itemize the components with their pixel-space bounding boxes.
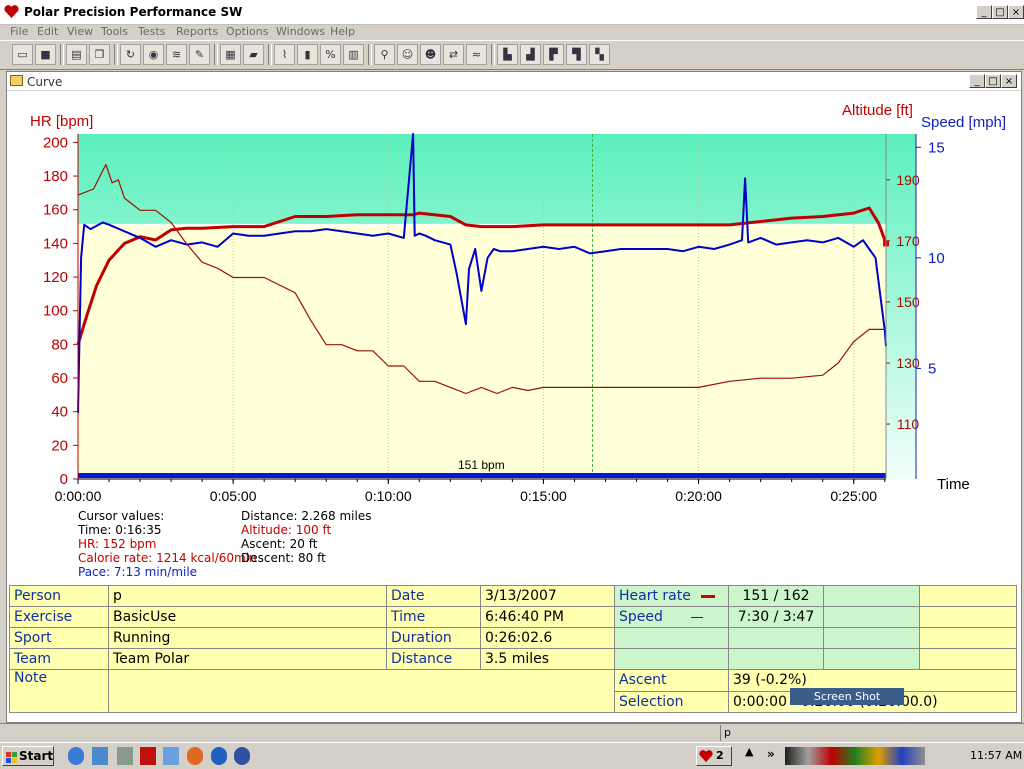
hr-legend-line [700, 594, 715, 598]
outlook-icon[interactable] [92, 747, 108, 765]
speed-label: Speed [614, 606, 729, 628]
hr-tick-label: 100 [43, 303, 68, 320]
hr-tick-label: 20 [51, 437, 68, 454]
hr-axis-label: HR [bpm] [30, 113, 93, 130]
hr-zone-area [78, 224, 886, 479]
clock: 11:57 AM [970, 749, 1023, 762]
person-value[interactable]: p [108, 585, 387, 607]
status-bar: p [0, 723, 1024, 742]
polar-icon[interactable] [140, 747, 156, 765]
taskbar: Start 2 ▲ » 11:57 AM [0, 742, 1024, 769]
sport-label: Sport [9, 627, 109, 649]
status-text: p [724, 726, 731, 739]
messenger-icon[interactable] [163, 747, 179, 765]
time-tick-label: 0:15:00 [520, 488, 567, 504]
table-row: Team Team Polar Distance 3.5 miles [9, 648, 1017, 670]
hr-tick-label: 80 [51, 336, 68, 353]
cursor-calorie: Calorie rate: 1214 kcal/60min [78, 551, 257, 565]
heart-rate-label: Heart rate [614, 585, 729, 607]
exercise-value[interactable]: BasicUse [108, 606, 387, 628]
time-axis-label: Time [937, 476, 970, 493]
speed-value: 7:30 / 3:47 [728, 606, 824, 628]
start-button[interactable]: Start [2, 746, 54, 766]
cursor-values-left: Cursor values: Time: 0:16:35 HR: 152 bpm… [78, 509, 257, 579]
hr-tick-label: 40 [51, 404, 68, 421]
table-row: Person p Date 3/13/2007 Heart rate 151 /… [9, 585, 1017, 607]
speed-tick-label: 5 [928, 360, 936, 377]
time-value: 6:46:40 PM [480, 606, 615, 628]
altitude-axis-label: Altitude [ft] [842, 102, 913, 119]
hr-tick-label: 180 [43, 168, 68, 185]
team-value[interactable]: Team Polar [108, 648, 387, 670]
heart-icon [699, 749, 713, 763]
hr-tick-label: 120 [43, 269, 68, 286]
cursor-heading: Cursor values: [78, 509, 165, 523]
distance-label: Distance [386, 648, 481, 670]
limit-line-label: 151 bpm [458, 458, 505, 472]
date-label: Date [386, 585, 481, 607]
time-label: Time [386, 606, 481, 628]
cursor-descent: Descent: 80 ft [241, 551, 326, 565]
hr-tick-label: 200 [43, 134, 68, 151]
note-label: Note [9, 669, 109, 713]
cursor-ascent: Ascent: 20 ft [241, 537, 318, 551]
cursor-values-right: Distance: 2.268 miles Altitude: 100 ft A… [241, 509, 372, 565]
chevron-icon[interactable]: » [767, 747, 775, 761]
duration-value: 0:26:02.6 [480, 627, 615, 649]
date-value: 3/13/2007 [480, 585, 615, 607]
time-tick-label: 0:20:00 [675, 488, 722, 504]
selection-band [78, 473, 886, 478]
table-row: Sport Running Duration 0:26:02.6 [9, 627, 1017, 649]
heart-rate-value: 151 / 162 [728, 585, 824, 607]
firefox-icon[interactable] [187, 747, 203, 765]
distance-value: 3.5 miles [480, 648, 615, 670]
speed-tick-label: 15 [928, 139, 945, 156]
time-tick-label: 0:00:00 [55, 488, 102, 504]
speed-axis-label: Speed [mph] [921, 114, 1006, 131]
scroll-up-icon[interactable]: ▲ [745, 745, 753, 758]
time-tick-label: 0:25:00 [830, 488, 877, 504]
app-icon[interactable] [211, 747, 227, 765]
cursor-time: Time: 0:16:35 [78, 523, 162, 537]
team-label: Team [9, 648, 109, 670]
curve-chart[interactable]: 0:00:00 0:05:00 0:10:00 0:15:00 0:20:00 0:25:… [0, 0, 1024, 590]
table-row: Exercise BasicUse Time 6:46:40 PM Speed … [9, 606, 1017, 628]
person-label: Person [9, 585, 109, 607]
ie-icon[interactable] [68, 747, 84, 765]
speed-legend-line [690, 616, 703, 618]
ascent-label: Ascent [614, 669, 729, 692]
time-tick-label: 0:05:00 [210, 488, 257, 504]
note-value[interactable] [108, 669, 615, 713]
sport-value[interactable]: Running [108, 627, 387, 649]
exercise-label: Exercise [9, 606, 109, 628]
speed-tick-label: 10 [928, 250, 945, 267]
taskbar-polar-group[interactable]: 2 [696, 746, 732, 766]
system-tray-icons[interactable] [785, 747, 925, 765]
cursor-distance: Distance: 2.268 miles [241, 509, 372, 523]
hand-icon[interactable] [117, 747, 133, 765]
cursor-hr: HR: 152 bpm [78, 537, 157, 551]
hr-tick-label: 0 [60, 471, 68, 488]
duration-label: Duration [386, 627, 481, 649]
cursor-altitude: Altitude: 100 ft [241, 523, 332, 537]
hr-tick-label: 140 [43, 235, 68, 252]
screen-shot-tooltip: Screen Shot [790, 688, 904, 705]
hr-tick-label: 60 [51, 370, 68, 387]
windows-logo-icon [6, 750, 17, 763]
media-icon[interactable] [234, 747, 250, 765]
cursor-pace: Pace: 7:13 min/mile [78, 565, 198, 579]
hr-tick-label: 160 [43, 202, 68, 219]
time-tick-label: 0:10:00 [365, 488, 412, 504]
selection-label: Selection [614, 690, 729, 713]
